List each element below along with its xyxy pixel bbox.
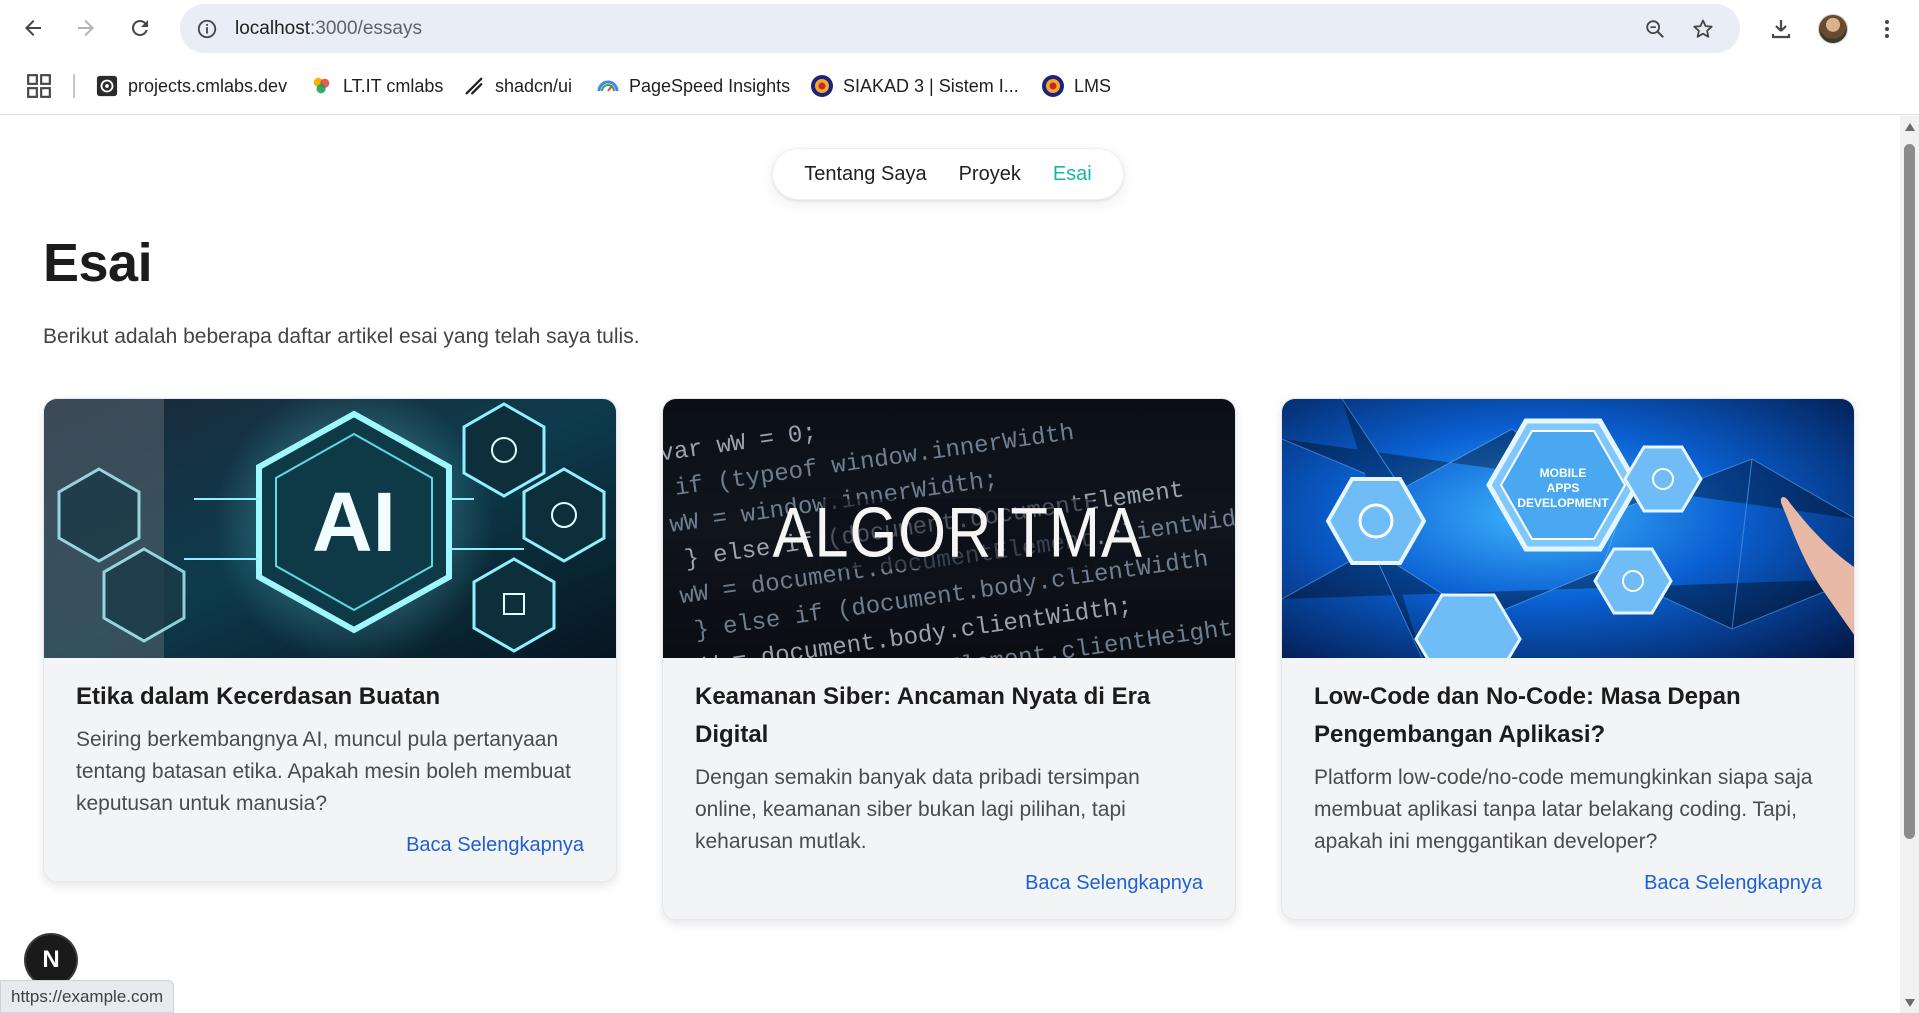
bookmark-item[interactable]: SIAKAD 3 | Sistem I... xyxy=(810,70,1019,102)
top-navigation: Tentang Saya Proyek Esai xyxy=(772,148,1124,200)
page-viewport: Tentang Saya Proyek Esai Esai Berikut ad… xyxy=(0,116,1900,1013)
url-path: :3000/essays xyxy=(310,18,422,39)
ltit-icon xyxy=(310,74,334,98)
reload-button[interactable] xyxy=(121,9,159,47)
bookmark-label: LT.IT cmlabs xyxy=(343,75,444,96)
mobile-apps-illustration: MOBILE APPS DEVELOPMENT xyxy=(1282,399,1854,658)
scrollbar-thumb[interactable] xyxy=(1904,144,1915,839)
nav-link-tentang-saya[interactable]: Tentang Saya xyxy=(804,163,926,186)
nav-link-esai[interactable]: Esai xyxy=(1053,163,1092,186)
read-more-link[interactable]: Baca Selengkapnya xyxy=(1314,872,1822,895)
page-subtitle: Berikut adalah beberapa daftar artikel e… xyxy=(43,325,640,348)
bookmark-label: PageSpeed Insights xyxy=(629,75,791,96)
shadcn-icon xyxy=(462,74,486,98)
apps-grid-icon[interactable] xyxy=(26,73,52,99)
essay-title[interactable]: Etika dalam Kecerdasan Buatan xyxy=(76,678,584,716)
svg-text:MOBILE: MOBILE xyxy=(1540,466,1587,480)
image-caption-text: AI xyxy=(312,475,396,569)
algorithm-code-illustration: var wW = 0;if (typeof window.innerWidth … xyxy=(663,399,1235,658)
essay-thumbnail: MOBILE APPS DEVELOPMENT xyxy=(1282,399,1854,658)
nav-link-proyek[interactable]: Proyek xyxy=(959,163,1021,186)
essay-card[interactable]: var wW = 0; if (typeof window.innerWidth … xyxy=(662,398,1236,920)
essay-description: Seiring berkembangnya AI, muncul pula pe… xyxy=(76,728,571,815)
bookmark-label: shadcn/ui xyxy=(495,75,573,96)
bookmark-label: LMS xyxy=(1074,75,1112,96)
page-title: Esai xyxy=(43,233,153,293)
reload-icon xyxy=(131,19,148,36)
bookmark-item[interactable]: LMS xyxy=(1041,70,1111,102)
nextjs-dev-badge[interactable]: N xyxy=(26,935,76,985)
essay-card[interactable]: MOBILE APPS DEVELOPMENT Low-Code dan No-… xyxy=(1281,398,1855,920)
url-host: localhost xyxy=(235,18,310,39)
image-caption-text: ALGORITMA xyxy=(772,493,1142,572)
bookmark-label: projects.cmlabs.dev xyxy=(128,75,288,96)
menu-kebab-icon[interactable] xyxy=(1870,12,1904,46)
bookmark-item[interactable]: projects.cmlabs.dev xyxy=(95,70,287,102)
essay-thumbnail: var wW = 0; if (typeof window.innerWidth … xyxy=(663,399,1235,658)
essay-thumbnail: AI xyxy=(44,399,616,658)
scroll-up-arrow-icon[interactable] xyxy=(1903,120,1916,133)
scroll-down-arrow-icon[interactable] xyxy=(1903,996,1916,1009)
essay-title[interactable]: Low-Code dan No-Code: Masa Depan Pengemb… xyxy=(1314,678,1822,754)
site-info-icon[interactable] xyxy=(193,15,221,43)
bookmark-label: SIAKAD 3 | Sistem I... xyxy=(843,75,1019,96)
essay-card-body: Low-Code dan No-Code: Masa Depan Pengemb… xyxy=(1282,658,1854,919)
browser-toolbar: localhost:3000/essays xyxy=(0,0,1919,57)
bookmark-item[interactable]: PageSpeed Insights xyxy=(596,70,790,102)
bookmarks-bar: projects.cmlabs.dev LT.IT cmlabs shadcn/… xyxy=(0,57,1919,115)
forward-button[interactable] xyxy=(67,9,105,47)
svg-text:DEVELOPMENT: DEVELOPMENT xyxy=(1517,496,1609,510)
essay-title[interactable]: Keamanan Siber: Ancaman Nyata di Era Dig… xyxy=(695,678,1203,754)
essay-card-body: Keamanan Siber: Ancaman Nyata di Era Dig… xyxy=(663,658,1235,919)
essay-description: Dengan semakin banyak data pribadi tersi… xyxy=(695,766,1140,853)
svg-text:APPS: APPS xyxy=(1547,481,1580,495)
arrow-right-icon xyxy=(78,20,94,36)
read-more-link[interactable]: Baca Selengkapnya xyxy=(76,834,584,857)
link-status-bar: https://example.com xyxy=(0,980,175,1013)
bookmarks-separator xyxy=(73,74,75,98)
ai-hexagon-illustration: AI xyxy=(44,399,616,658)
bookmark-item[interactable]: shadcn/ui xyxy=(462,70,572,102)
back-button[interactable] xyxy=(14,9,52,47)
lms-icon xyxy=(1041,74,1065,98)
url-text[interactable]: localhost:3000/essays xyxy=(235,18,422,40)
page-scrollbar[interactable] xyxy=(1900,116,1919,1013)
address-bar[interactable]: localhost:3000/essays xyxy=(180,4,1740,53)
essay-description: Platform low-code/no-code memungkinkan s… xyxy=(1314,766,1813,853)
read-more-link[interactable]: Baca Selengkapnya xyxy=(695,872,1203,895)
bookmark-star-icon[interactable] xyxy=(1688,14,1718,44)
cmlabs-projects-icon xyxy=(95,74,119,98)
essay-card-body: Etika dalam Kecerdasan Buatan Seiring be… xyxy=(44,658,616,881)
pagespeed-icon xyxy=(596,74,620,98)
siakad-icon xyxy=(810,74,834,98)
profile-avatar[interactable] xyxy=(1818,14,1848,44)
bookmark-item[interactable]: LT.IT cmlabs xyxy=(310,70,443,102)
essay-card[interactable]: AI Etika dalam Kecerdasan Buatan Seiring… xyxy=(43,398,617,882)
zoom-icon[interactable] xyxy=(1640,14,1670,44)
arrow-left-icon xyxy=(25,20,41,36)
download-icon[interactable] xyxy=(1764,12,1798,46)
